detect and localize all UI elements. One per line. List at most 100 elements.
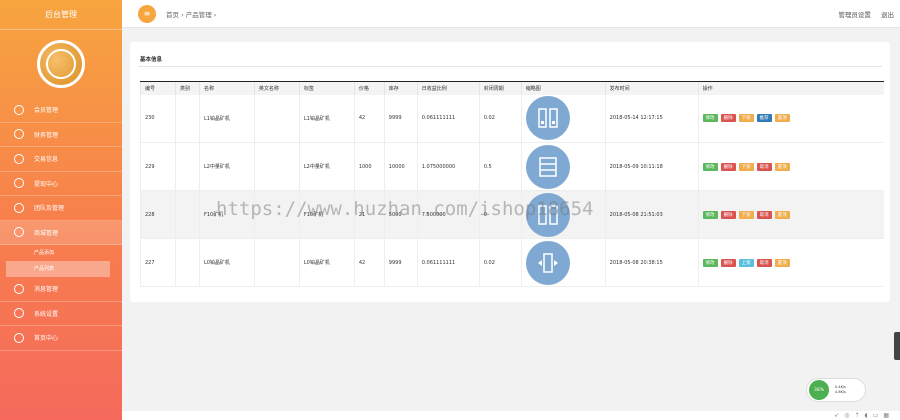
unpublish-button[interactable]: 下架 [738, 210, 754, 219]
download-speed: 4.8K/s [835, 390, 846, 394]
cell-time: 2018-05-14 12:17:15 [604, 94, 699, 143]
cell-cycle: 0.02 [478, 94, 522, 143]
server-icon [525, 144, 570, 189]
cell-id: 230 [140, 94, 176, 143]
message-icon [14, 283, 24, 294]
edit-button[interactable]: 修改 [702, 114, 718, 123]
usage-percent: 38% [809, 380, 829, 400]
cell-ratio: 0.061111111 [416, 94, 480, 143]
cancel-button[interactable]: 取消 [756, 210, 772, 219]
calendar-icon [14, 153, 24, 164]
cell-id: 229 [140, 142, 176, 191]
speed-readout: 0.4K/s 4.8K/s [835, 385, 846, 395]
toolbar-icons: ➶◎⇡◖▭▦ [834, 412, 894, 419]
cell-name: L0铂晶矿机 [198, 238, 255, 287]
cell-thumbnail [520, 238, 606, 287]
unpublish-button[interactable]: 下架 [738, 114, 754, 123]
sidebar-item-label: 提现中心 [34, 180, 59, 188]
edit-button[interactable]: 修改 [702, 258, 718, 267]
yen-icon [14, 129, 24, 140]
delete-button[interactable]: 删除 [720, 162, 736, 171]
sidebar-item-label: 会员管理 [34, 107, 59, 115]
sidebar-subitem-product-list[interactable]: 产品列表 [6, 261, 110, 277]
logout-link[interactable]: 退出 [881, 11, 894, 19]
panel-title: 基本信息 [140, 57, 163, 63]
column-header[interactable]: 编号 [140, 81, 176, 95]
cell-operations: 修改 删除 下架 推荐 置顶 [697, 94, 884, 143]
column-header: 缩略图 [520, 81, 606, 95]
breadcrumb[interactable]: 首页 › 产品管理 › [166, 9, 216, 19]
rocket-icon[interactable]: ➶ [834, 412, 844, 419]
delete-button[interactable]: 删除 [720, 258, 736, 267]
cell-tag: L0铂晶矿机 [298, 238, 355, 287]
sidebar-item-label: 商城管理 [34, 229, 59, 237]
upload-icon[interactable]: ⇡ [854, 412, 864, 419]
sound-icon[interactable]: ◖ [864, 412, 872, 419]
cell-operations: 修改 删除 下架 取消 置顶 [697, 142, 884, 191]
window-icon[interactable]: ▭ [873, 412, 884, 419]
side-drawer-handle[interactable] [894, 332, 900, 360]
menu-toggle-button[interactable]: ≡ [138, 4, 156, 23]
cancel-button[interactable]: 取消 [756, 162, 772, 171]
column-header: 日收益比例 [416, 81, 480, 95]
globe-icon[interactable]: ◎ [844, 412, 854, 419]
pin-button[interactable]: 置顶 [774, 258, 790, 267]
sidebar-item-label: 系统设置 [34, 310, 59, 318]
pin-button[interactable]: 置顶 [774, 210, 790, 219]
cell-en-name [253, 94, 300, 143]
top-right-links: 管理员设置 退出 [830, 9, 894, 19]
wallet-icon [14, 178, 24, 189]
publish-button[interactable]: 上架 [738, 258, 754, 267]
recommend-button[interactable]: 推荐 [756, 114, 772, 123]
sidebar-item-messages[interactable]: 消息管理 [0, 277, 122, 302]
delete-button[interactable]: 删除 [720, 210, 736, 219]
cell-operations: 修改 删除 下架 取消 置顶 [697, 190, 884, 239]
delete-button[interactable]: 删除 [720, 114, 736, 123]
sidebar-item-settings[interactable]: 系统设置 [0, 302, 122, 326]
cell-stock: 10000 [383, 142, 418, 191]
unpublish-button[interactable]: 下架 [738, 162, 754, 171]
sidebar-subitem-add-product[interactable]: 产品添加 [0, 245, 122, 261]
product-panel: 基本信息 编号 类别 名称 英文名称 标签 价格 库存 日收益比例 封闭周期 缩… [130, 42, 890, 302]
table-row: 227 L0铂晶矿机 L0铂晶矿机 42 9999 0.061111111 0.… [140, 238, 884, 287]
edit-button[interactable]: 修改 [702, 210, 718, 219]
watermark-text: https://www.huzhan.com/ishop18654 [216, 198, 594, 220]
cell-time: 2018-05-08 21:51:03 [604, 190, 699, 239]
sidebar-item-label: 财务管理 [34, 131, 59, 139]
edit-button[interactable]: 修改 [702, 162, 718, 171]
sidebar-item-label: 交易信息 [34, 156, 59, 164]
table-row: 229 L2中量矿机 L2中量矿机 1000 10000 1.075000000… [140, 142, 884, 191]
cell-time: 2018-05-08 20:38:15 [604, 238, 699, 287]
sidebar-item-home[interactable]: 首页中心 [0, 326, 122, 351]
pin-button[interactable]: 置顶 [774, 162, 790, 171]
diamond-icon [14, 104, 24, 115]
sidebar-item-finance[interactable]: 财务管理 [0, 123, 122, 147]
sidebar-item-members[interactable]: 会员管理 [0, 98, 122, 123]
bottom-toolbar: ➶◎⇡◖▭▦ [122, 411, 900, 420]
sidebar-item-team[interactable]: 团队及管理 [0, 196, 122, 221]
column-header: 发布时间 [604, 81, 699, 95]
cell-name: L2中量矿机 [198, 142, 255, 191]
avatar[interactable] [37, 40, 85, 88]
table-row: 230 L1铂晶矿机 L1铂晶矿机 42 9999 0.061111111 0.… [140, 94, 884, 143]
pin-button[interactable]: 置顶 [774, 114, 790, 123]
network-speed-widget[interactable]: 38% 0.4K/s 4.8K/s [806, 378, 866, 402]
sidebar-item-label: 消息管理 [34, 286, 59, 294]
column-header: 库存 [383, 81, 418, 95]
cell-id: 227 [140, 238, 176, 287]
server-rack-icon [525, 96, 570, 141]
column-header: 英文名称 [253, 81, 300, 95]
cell-price: 42 [353, 94, 385, 143]
cell-stock: 9999 [383, 94, 418, 143]
product-table: 编号 类别 名称 英文名称 标签 价格 库存 日收益比例 封闭周期 缩略图 发布… [140, 81, 884, 287]
admin-settings-link[interactable]: 管理员设置 [838, 11, 871, 19]
grid-icon[interactable]: ▦ [883, 412, 894, 419]
cell-tag: L2中量矿机 [298, 142, 355, 191]
cell-id: 228 [140, 190, 176, 239]
cell-cycle: 0.02 [478, 238, 522, 287]
sidebar-item-trade[interactable]: 交易信息 [0, 147, 122, 172]
shop-icon [14, 227, 24, 238]
sidebar-item-shop[interactable]: 商城管理 [0, 220, 122, 245]
cancel-button[interactable]: 取消 [756, 258, 772, 267]
sidebar-item-withdraw[interactable]: 提现中心 [0, 172, 122, 196]
